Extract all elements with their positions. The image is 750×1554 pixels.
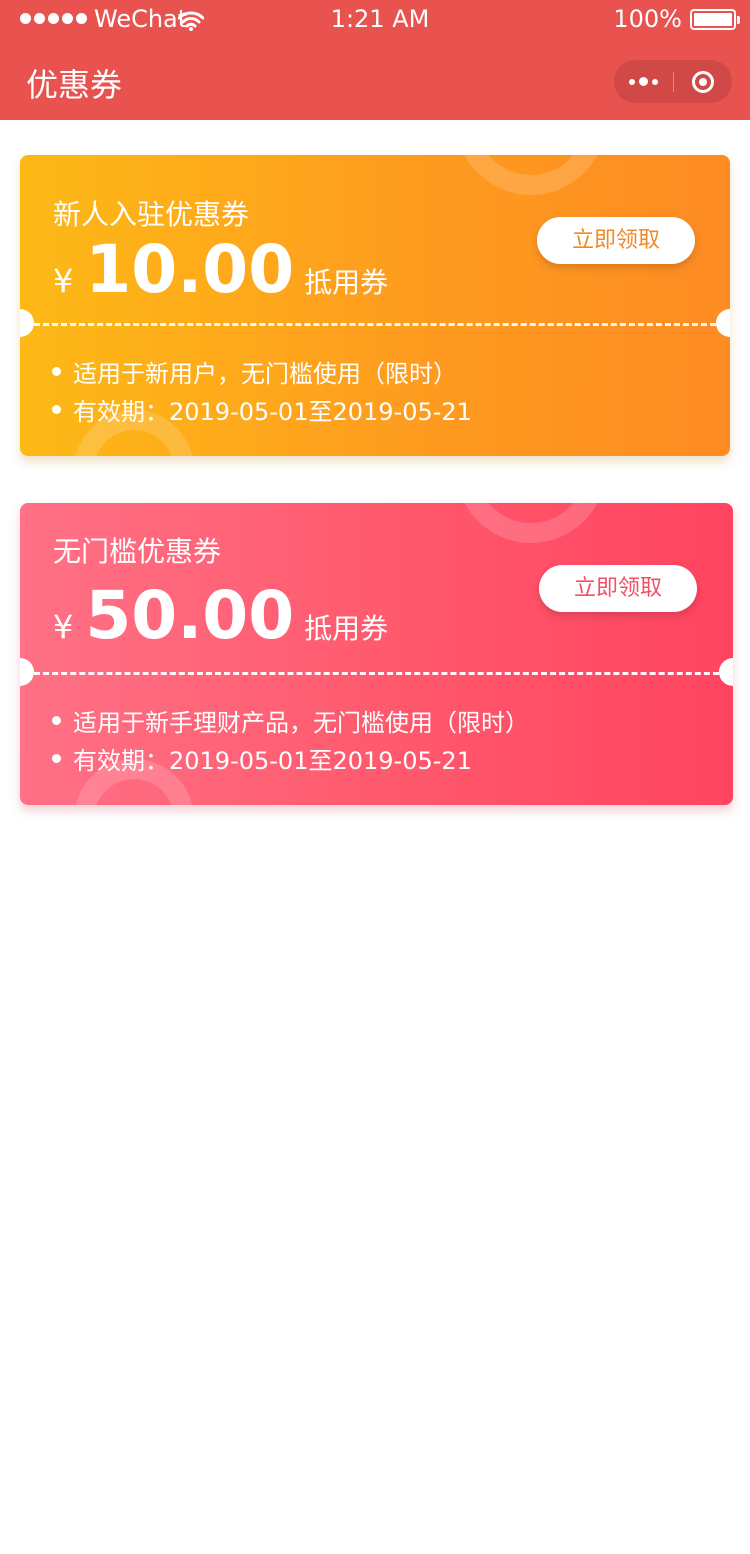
coupon-card-no-threshold: 无门槛优惠券 ¥ 50.00 抵用券 立即领取 适用于新手理财产品，无门槛使用（… [20,503,733,805]
coupon-amount: ¥ 10.00 抵用券 [53,231,388,308]
amount-unit: 抵用券 [304,266,389,299]
status-bar: WeChat 1:21 AM 100% [0,0,750,40]
currency-symbol: ¥ [53,608,74,646]
currency-symbol: ¥ [53,262,74,300]
dashed-separator [34,672,719,675]
amount-unit: 抵用券 [304,612,389,645]
amount-value: 50.00 [85,577,295,654]
rule-item: 适用于新手理财产品，无门槛使用（限时） [52,701,529,739]
dashed-separator [34,323,716,326]
amount-value: 10.00 [85,231,295,308]
coupon-amount: ¥ 50.00 抵用券 [53,577,388,654]
ticket-notch-right [719,658,733,686]
coupon-rules: 适用于新用户，无门槛使用（限时） 有效期：2019-05-01至2019-05-… [52,352,472,428]
decor-ring [456,155,606,195]
coupon-title: 无门槛优惠券 [53,535,222,568]
ticket-notch-left [20,309,34,337]
claim-button[interactable]: 立即领取 [537,217,695,264]
coupon-card-new-user: 新人入驻优惠券 ¥ 10.00 抵用券 立即领取 适用于新用户，无门槛使用（限时… [20,155,730,456]
rule-item: 适用于新用户，无门槛使用（限时） [52,352,472,390]
ticket-notch-right [716,309,730,337]
rule-item: 有效期：2019-05-01至2019-05-21 [52,739,529,777]
coupon-rules: 适用于新手理财产品，无门槛使用（限时） 有效期：2019-05-01至2019-… [52,701,529,777]
battery-percent: 100% [613,5,682,33]
coupon-title: 新人入驻优惠券 [53,198,250,231]
more-icon[interactable] [614,60,673,103]
close-icon[interactable] [674,60,732,103]
page-title: 优惠券 [26,66,123,104]
decor-ring [456,503,606,543]
ticket-notch-left [20,658,34,686]
rule-item: 有效期：2019-05-01至2019-05-21 [52,390,472,428]
top-bar: WeChat 1:21 AM 100% 优惠券 [0,0,750,120]
battery-icon [690,9,740,30]
claim-button[interactable]: 立即领取 [539,565,697,612]
mini-program-capsule [614,60,732,103]
